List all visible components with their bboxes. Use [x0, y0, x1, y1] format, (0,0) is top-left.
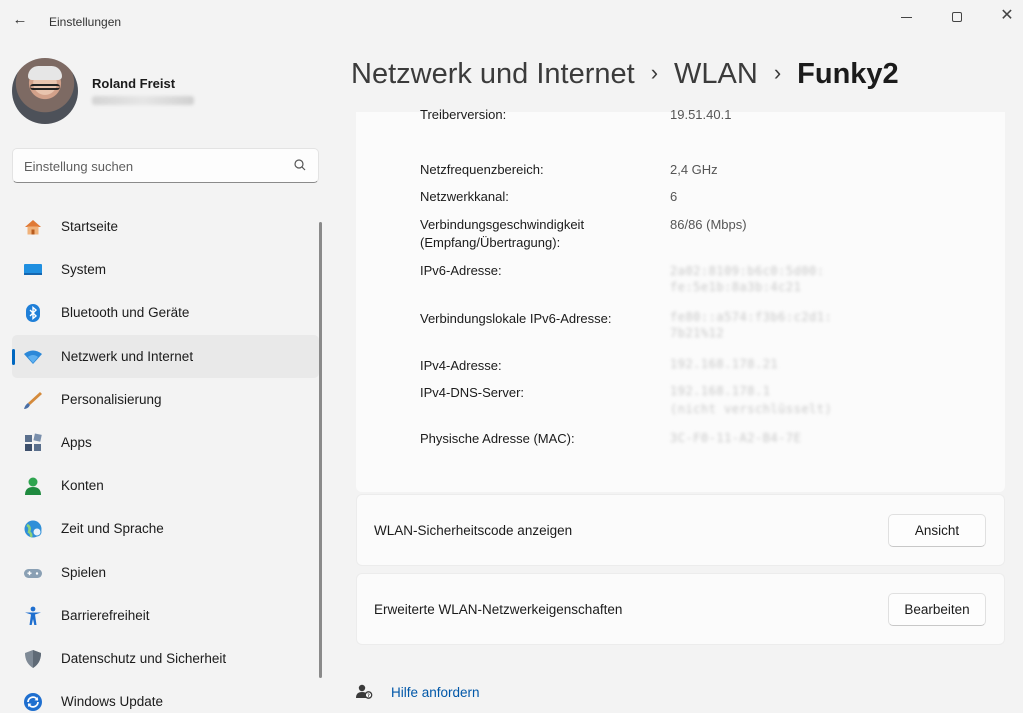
search-placeholder: Einstellung suchen — [24, 159, 134, 174]
apps-icon — [25, 433, 42, 451]
sidebar-item-label: Spielen — [61, 564, 107, 580]
user-name: Roland Freist — [92, 76, 176, 91]
active-indicator — [12, 348, 15, 365]
property-value-redacted: fe:5e1b:8a3b:4c21 — [670, 280, 802, 294]
sidebar-item-label: Personalisierung — [61, 391, 162, 407]
sidebar-item-barrierefreiheit[interactable]: Barrierefreiheit — [12, 594, 319, 637]
property-value-redacted: 192.168.178.21 — [670, 357, 779, 371]
property-value-redacted: 7b21%12 — [670, 326, 725, 340]
globe-clock-icon — [24, 520, 42, 538]
maximize-icon — [952, 12, 962, 23]
breadcrumb: Netzwerk und Internet › WLAN › Funky2 — [351, 58, 899, 91]
wifi-icon — [24, 350, 42, 364]
svg-text:?: ? — [367, 693, 370, 699]
sidebar-scrollbar[interactable] — [319, 222, 322, 678]
user-email-redacted — [92, 96, 194, 105]
help-person-icon: ? — [356, 684, 373, 699]
sidebar-item-personalisierung[interactable]: Personalisierung — [12, 378, 319, 421]
view-security-key-button[interactable]: Ansicht — [888, 514, 986, 547]
chevron-right-icon: › — [650, 60, 659, 85]
search-icon — [294, 159, 306, 171]
sidebar-item-label: Windows Update — [61, 694, 164, 710]
sidebar-item-label: Datenschutz und Sicherheit — [61, 650, 227, 666]
sidebar-item-label: System — [61, 262, 107, 278]
sidebar-item-label: Startseite — [61, 219, 119, 234]
property-label: IPv6-Adresse: — [420, 263, 502, 278]
settings-search-input[interactable]: Einstellung suchen — [12, 148, 319, 183]
sidebar-item-system[interactable]: System — [12, 248, 319, 291]
minimize-icon — [900, 16, 912, 18]
update-icon — [24, 693, 42, 712]
chevron-right-icon: › — [773, 60, 782, 85]
bluetooth-icon — [26, 304, 40, 323]
brush-icon — [24, 391, 42, 409]
sidebar-item-label: Netzwerk und Internet — [61, 348, 194, 364]
property-value: 6 — [670, 189, 678, 204]
shield-icon — [25, 649, 41, 668]
property-value-redacted: 3C-F0-11-A2-B4-7E — [670, 431, 802, 445]
sidebar-item-label: Apps — [61, 434, 92, 450]
property-label: Verbindungslokale IPv6-Adresse: — [420, 311, 612, 326]
advanced-wifi-properties-row: Erweiterte WLAN-Netzwerkeigenschaften Be… — [356, 573, 1005, 645]
breadcrumb-item-netzwerk[interactable]: Netzwerk und Internet — [351, 58, 635, 90]
breadcrumb-item-wlan[interactable]: WLAN — [674, 58, 758, 90]
property-value: 19.51.40.1 — [670, 107, 732, 122]
network-properties-card: Treiberversion: 19.51.40.1 Netzfrequenzb… — [356, 107, 1005, 492]
property-label-continued: (Empfang/Übertragung): — [420, 235, 561, 250]
sidebar-nav: Startseite System Bluetooth und Geräte N… — [12, 205, 319, 713]
sidebar-item-label: Konten — [61, 478, 104, 494]
property-label: IPv4-DNS-Server: — [420, 385, 525, 400]
page-title: Funky2 — [797, 58, 899, 90]
property-value: 86/86 (Mbps) — [670, 217, 747, 232]
sidebar-item-bluetooth[interactable]: Bluetooth und Geräte — [12, 291, 319, 334]
user-profile[interactable]: Roland Freist — [12, 58, 312, 124]
close-button[interactable]: ✕ — [992, 4, 1022, 28]
sidebar-item-spielen[interactable]: Spielen — [12, 551, 319, 594]
property-value-redacted: (nicht verschlüsselt) — [670, 402, 833, 416]
home-icon — [25, 220, 41, 235]
close-icon: ✕ — [1000, 7, 1014, 24]
title-bar: ← Einstellungen ✕ — [0, 0, 1023, 44]
sidebar-item-label: Bluetooth und Geräte — [61, 305, 190, 321]
accessibility-icon — [25, 606, 41, 625]
show-wifi-security-key-row: WLAN-Sicherheitscode anzeigen Ansicht — [356, 494, 1005, 566]
arrow-left-icon: ← — [12, 11, 28, 28]
gamepad-icon — [24, 568, 42, 578]
property-label: IPv4-Adresse: — [420, 358, 502, 373]
sidebar-item-konten[interactable]: Konten — [12, 464, 319, 507]
property-label: Physische Adresse (MAC): — [420, 431, 575, 446]
sidebar-item-zeit-sprache[interactable]: Zeit und Sprache — [12, 507, 319, 550]
sidebar-item-startseite[interactable]: Startseite — [12, 205, 319, 248]
property-label: Netzfrequenzbereich: — [420, 162, 544, 177]
property-value: 2,4 GHz — [670, 162, 718, 177]
sidebar-item-label: Zeit und Sprache — [61, 521, 164, 537]
property-label: Treiberversion: — [420, 107, 507, 122]
sidebar-item-windows-update[interactable]: Windows Update — [12, 680, 319, 713]
edit-properties-button[interactable]: Bearbeiten — [888, 593, 986, 626]
account-icon — [25, 477, 41, 496]
sidebar-item-datenschutz[interactable]: Datenschutz und Sicherheit — [12, 637, 319, 680]
back-button[interactable]: ← — [10, 10, 30, 30]
property-label: Verbindungsgeschwindigkeit — [420, 217, 585, 232]
maximize-button[interactable] — [942, 4, 972, 28]
property-label: Netzwerkkanal: — [420, 189, 509, 204]
avatar — [12, 58, 78, 124]
sidebar-item-netzwerk[interactable]: Netzwerk und Internet — [12, 334, 319, 378]
row-label: WLAN-Sicherheitscode anzeigen — [374, 523, 573, 538]
help-link-label[interactable]: Hilfe anfordern — [391, 685, 480, 700]
property-value-redacted: 192.168.178.1 — [670, 384, 771, 398]
system-display-icon — [24, 264, 42, 276]
app-title: Einstellungen — [49, 15, 122, 29]
sidebar-item-label: Barrierefreiheit — [61, 607, 150, 623]
minimize-button[interactable] — [891, 4, 921, 28]
row-label: Erweiterte WLAN-Netzwerkeigenschaften — [374, 602, 623, 617]
sidebar-item-apps[interactable]: Apps — [12, 421, 319, 464]
